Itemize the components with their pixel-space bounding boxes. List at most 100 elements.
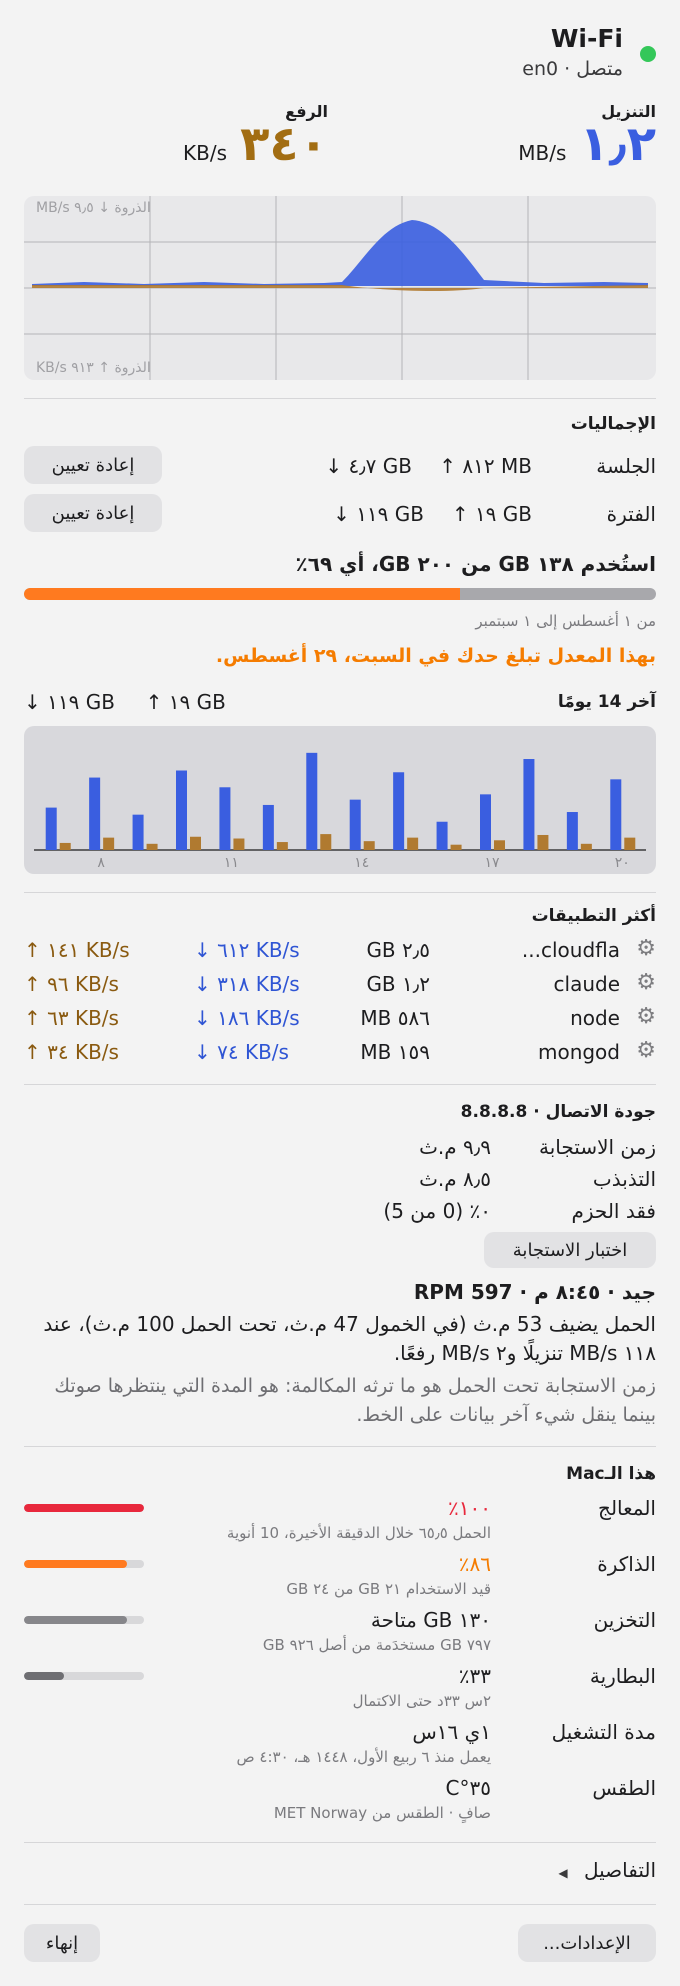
app-name: cloudfla...: [521, 938, 620, 962]
cpu-detail: الحمل ٦٥٫٥ خلال الدقيقة الأخيرة، 10 أنوي…: [226, 1524, 491, 1542]
quality-title: جودة الاتصال · 8.8.8.8: [460, 1102, 656, 1122]
app-name: claude: [553, 972, 620, 996]
mac-title: هذا الـMac: [566, 1464, 656, 1484]
storage-detail: ٧٩٧ GB مستخدَمة من أصل ٩٢٦ GB: [262, 1636, 491, 1654]
app-upload-rate: ↑ ٩٦ KB/s: [24, 972, 119, 996]
download-bar: [306, 752, 318, 850]
app-row[interactable]: ⚙ claude ١٫٢ GB ↓ ٣١٨ KB/s ↑ ٩٦ KB/s: [24, 970, 656, 1002]
gear-icon: ⚙: [636, 1004, 656, 1029]
period-label: الفترة: [606, 502, 656, 526]
app-total: ١٫٢ GB: [366, 972, 430, 996]
quality-summary: جيد · ٨:٤٥ م · RPM 597: [413, 1280, 656, 1304]
session-up: ↑ ٨١٢ MB: [439, 454, 532, 478]
history-down: ↓ ١١٩ GB: [24, 690, 115, 714]
connection-status: متصل · en0: [522, 58, 623, 80]
app-upload-rate: ↑ ٣٤ KB/s: [24, 1040, 119, 1064]
details-disclosure[interactable]: التفاصيل ◀: [558, 1858, 656, 1882]
upload-bar: [363, 841, 375, 850]
app-row[interactable]: ⚙ cloudfla... ٢٫٥ GB ↓ ٦١٢ KB/s ↑ ١٤١ KB/s: [24, 936, 656, 968]
status-dot: [640, 46, 656, 62]
weather-row: الطقس ٣٥°C صافٍ · الطقس من MET Norway: [24, 1774, 656, 1826]
upload-bar: [450, 844, 462, 850]
app-total: ٥٨٦ MB: [360, 1006, 430, 1030]
settings-button[interactable]: الإعدادات...: [518, 1924, 656, 1962]
history-chart-svg: ٨ ١١ ١٤ ١٧ ٢٠: [34, 752, 646, 871]
cpu-row: المعالج ١٠٠٪ الحمل ٦٥٫٥ خلال الدقيقة الأ…: [24, 1494, 656, 1546]
battery-bar-fill: [24, 1672, 64, 1680]
download-bar: [45, 807, 57, 850]
apps-title: أكثر التطبيقات: [531, 906, 656, 926]
app-row[interactable]: ⚙ mongod ١٥٩ MB ↓ ٧٤ KB/s ↑ ٣٤ KB/s: [24, 1038, 656, 1070]
usage-bar-fill: [24, 588, 461, 600]
upload-bar: [146, 843, 158, 850]
x-tick-label: ١١: [224, 855, 239, 871]
download-bar: [436, 821, 448, 850]
jitter-row: التذبذب ٨٫٥ م.ث: [24, 1164, 656, 1196]
uptime-detail: يعمل منذ ٦ ربيع الأول، ١٤٤٨ هـ، ٤:٣٠ ص: [236, 1748, 492, 1766]
history-up: ↑ ١٩ GB: [145, 690, 226, 714]
app-row[interactable]: ⚙ node ٥٨٦ MB ↓ ١٨٦ KB/s ↑ ٦٣ KB/s: [24, 1004, 656, 1036]
weather-detail: صافٍ · الطقس من MET Norway: [273, 1804, 491, 1822]
battery-row: البطارية ٣٣٪ ٢س ٣٣د حتى الاكتمال: [24, 1662, 656, 1714]
x-tick-label: ٨: [97, 855, 105, 871]
period-down: ↓ ١١٩ GB: [333, 502, 424, 526]
weather-value: ٣٥°C: [445, 1776, 491, 1800]
period-reset-button[interactable]: إعادة تعيين: [24, 494, 162, 532]
app-name: mongod: [537, 1040, 620, 1064]
upload-bar: [276, 842, 288, 850]
uptime-row: مدة التشغيل ١ي ١٦س يعمل منذ ٦ ربيع الأول…: [24, 1718, 657, 1770]
session-reset-button[interactable]: إعادة تعيين: [24, 446, 162, 484]
usage-warning: بهذا المعدل تبلغ حدك في السبت، ٢٩ أغسطس.: [215, 645, 656, 667]
live-traffic-svg: [24, 196, 656, 380]
latency-test-button[interactable]: اختبار الاستجابة: [484, 1232, 656, 1268]
divider: [24, 1446, 656, 1447]
history-totals: ↓ ١١٩ GB ↑ ١٩ GB: [24, 690, 226, 714]
session-label: الجلسة: [596, 454, 656, 478]
app-upload-rate: ↑ ٦٣ KB/s: [24, 1006, 119, 1030]
network-panel: Wi-Fi متصل · en0 التنزيل ١٫٢ MB/s الرفع …: [0, 0, 680, 1986]
latency-explanation: زمن الاستجابة تحت الحمل هو ما ترثه المكا…: [54, 1375, 656, 1426]
download-bar: [523, 759, 535, 850]
latency-row: زمن الاستجابة ٩٫٩ م.ث: [24, 1132, 656, 1164]
download-bar: [349, 799, 361, 850]
divider: [24, 892, 656, 893]
download-bar: [393, 772, 405, 850]
download-rate: ١٫٢ MB/s: [518, 116, 656, 172]
latency-value: ٩٫٩ م.ث: [419, 1135, 491, 1159]
details-label: التفاصيل: [583, 1858, 656, 1882]
gear-icon: ⚙: [636, 1038, 656, 1063]
memory-label: الذاكرة: [597, 1552, 656, 1576]
history-chart: ٨ ١١ ١٤ ١٧ ٢٠: [24, 726, 656, 874]
upload-bar: [624, 837, 636, 850]
download-bar: [176, 770, 187, 850]
divider: [24, 1904, 656, 1905]
upload-bar: [59, 842, 71, 850]
x-tick-label: ١٤: [354, 855, 369, 871]
latency-label: زمن الاستجابة: [538, 1135, 656, 1159]
memory-bar: [24, 1560, 144, 1568]
battery-detail: ٢س ٣٣د حتى الاكتمال: [352, 1692, 491, 1710]
quit-button[interactable]: إنهاء: [24, 1924, 100, 1962]
jitter-label: التذبذب: [592, 1167, 656, 1191]
download-bar: [132, 814, 144, 850]
battery-bar: [24, 1672, 144, 1680]
x-tick-label: ٢٠: [615, 855, 630, 871]
download-bar: [566, 812, 578, 850]
upload-bar: [580, 843, 592, 850]
upload-bar: [103, 837, 115, 850]
divider: [24, 398, 656, 399]
usage-text: استُخدم ١٣٨ GB من ٢٠٠ GB، أي ٦٩٪: [295, 552, 656, 576]
x-tick-label: ١٧: [484, 855, 500, 871]
battery-label: البطارية: [589, 1664, 656, 1688]
network-title: Wi-Fi: [550, 24, 623, 53]
download-bar: [480, 794, 491, 850]
upload-value: ٣٤٠: [240, 116, 328, 172]
download-unit: MB/s: [518, 141, 567, 165]
download-bar: [262, 804, 274, 850]
peak-upload-label: الذروة ↑ ٩١٣ KB/s: [36, 360, 151, 376]
cpu-label: المعالج: [598, 1496, 656, 1520]
cpu-bar-fill: [24, 1504, 144, 1512]
jitter-value: ٨٫٥ م.ث: [419, 1167, 491, 1191]
disclosure-triangle-icon: ◀: [558, 1866, 568, 1880]
app-upload-rate: ↑ ١٤١ KB/s: [24, 938, 130, 962]
